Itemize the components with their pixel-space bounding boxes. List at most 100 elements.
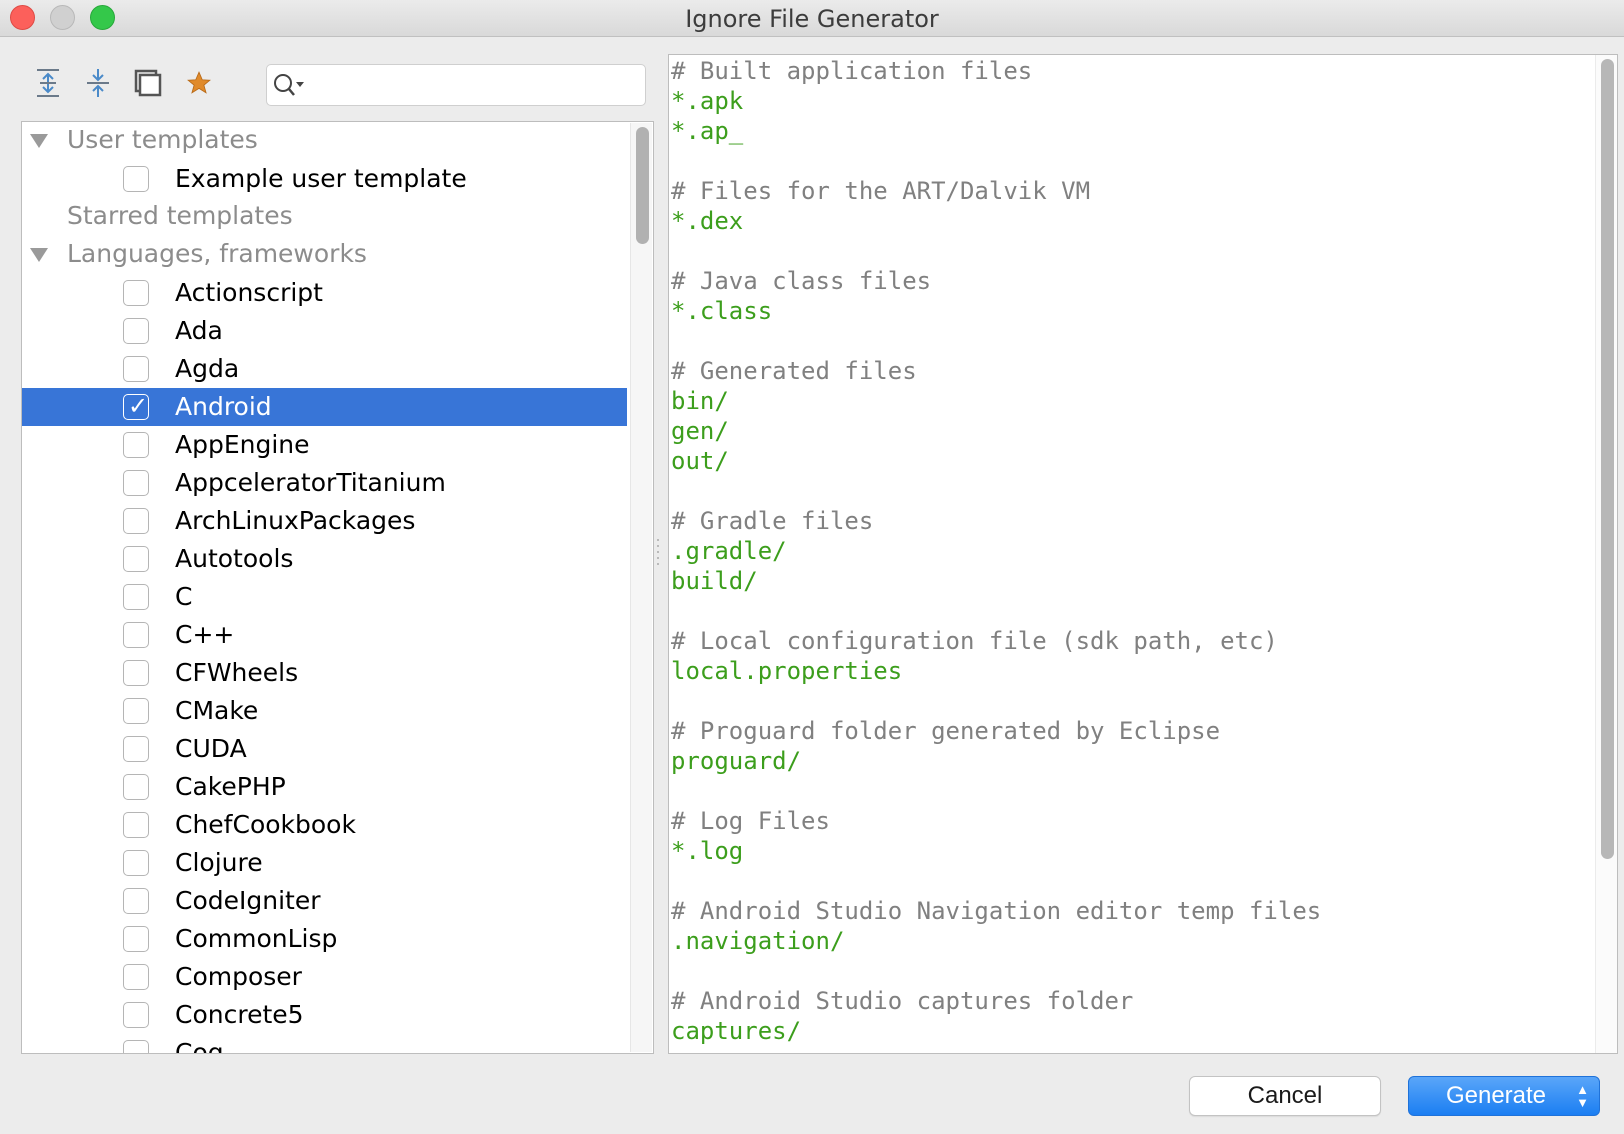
tree-item[interactable]: Clojure bbox=[22, 844, 627, 882]
pattern-line: proguard/ bbox=[671, 747, 802, 775]
collapse-all-button[interactable] bbox=[81, 66, 115, 100]
preview-scrollbar-thumb[interactable] bbox=[1601, 59, 1614, 859]
pattern-line: .navigation/ bbox=[671, 927, 845, 955]
tree-item[interactable]: Agda bbox=[22, 350, 627, 388]
expanded-arrow-icon[interactable] bbox=[30, 248, 48, 262]
checkbox-checked[interactable]: ✓ bbox=[123, 392, 149, 420]
checkbox[interactable] bbox=[123, 432, 149, 458]
tree-item[interactable]: Coq bbox=[22, 1034, 627, 1053]
unselect-all-icon bbox=[134, 69, 162, 97]
checkmark-icon: ✓ bbox=[128, 392, 149, 420]
checkbox[interactable] bbox=[123, 584, 149, 610]
checkbox[interactable] bbox=[123, 1040, 149, 1053]
tree-item[interactable]: CakePHP bbox=[22, 768, 627, 806]
comment-line: # Log Files bbox=[671, 807, 830, 835]
template-tree[interactable]: User templates Example user template Sta… bbox=[21, 121, 654, 1054]
pattern-line: *.class bbox=[671, 297, 773, 325]
collapse-all-icon bbox=[87, 69, 109, 97]
tree-item-selected[interactable]: ✓ Android bbox=[22, 388, 627, 426]
gitignore-preview-editor[interactable]: # Built application files *.apk *.ap_ # Fil… bbox=[668, 54, 1618, 1054]
tree-item[interactable]: Example user template bbox=[22, 160, 627, 198]
pattern-line: .gradle/ bbox=[671, 537, 787, 565]
tree-item[interactable]: Autotools bbox=[22, 540, 627, 578]
tree-scrollbar-thumb[interactable] bbox=[636, 127, 649, 244]
tree-item[interactable]: CMake bbox=[22, 692, 627, 730]
checkbox[interactable] bbox=[123, 622, 149, 648]
checkbox[interactable] bbox=[123, 774, 149, 800]
tree-group-languages-frameworks[interactable]: Languages, frameworks bbox=[22, 236, 627, 274]
pattern-line: gen/ bbox=[671, 417, 729, 445]
tree-item[interactable]: Actionscript bbox=[22, 274, 627, 312]
checkbox[interactable] bbox=[123, 508, 149, 534]
preview-scrollbar[interactable] bbox=[1595, 55, 1617, 1053]
pattern-line: *.log bbox=[671, 837, 744, 865]
tree-item[interactable]: Composer bbox=[22, 958, 627, 996]
search-input[interactable] bbox=[311, 69, 639, 101]
tree-item[interactable]: CommonLisp bbox=[22, 920, 627, 958]
checkbox[interactable] bbox=[123, 470, 149, 496]
pattern-line: *.dex bbox=[671, 207, 744, 235]
checkbox[interactable] bbox=[123, 850, 149, 876]
tree-group-user-templates[interactable]: User templates bbox=[22, 122, 627, 160]
checkbox[interactable] bbox=[123, 888, 149, 914]
generate-button-label: Generate bbox=[1445, 1082, 1547, 1109]
comment-line: # Gradle files bbox=[671, 507, 874, 535]
tree-item[interactable]: ChefCookbook bbox=[22, 806, 627, 844]
checkbox[interactable] bbox=[123, 280, 149, 306]
tree-item[interactable]: Ada bbox=[22, 312, 627, 350]
generate-button[interactable]: Generate ▲ ▼ bbox=[1408, 1076, 1600, 1116]
pattern-line: local.properties bbox=[671, 657, 903, 685]
tree-item[interactable]: ArchLinuxPackages bbox=[22, 502, 627, 540]
tree-item[interactable]: CUDA bbox=[22, 730, 627, 768]
checkbox[interactable] bbox=[123, 812, 149, 838]
tree-item[interactable]: C bbox=[22, 578, 627, 616]
comment-line: # Android Studio Navigation editor temp … bbox=[671, 897, 1322, 925]
checkbox[interactable] bbox=[123, 166, 149, 192]
tree-item[interactable]: Concrete5 bbox=[22, 996, 627, 1034]
pattern-line: build/ bbox=[671, 567, 758, 595]
checkbox[interactable] bbox=[123, 318, 149, 344]
ignore-file-generator-dialog: Ignore File Generator User templates Exa… bbox=[0, 0, 1624, 1134]
checkbox[interactable] bbox=[123, 1002, 149, 1028]
checkbox[interactable] bbox=[123, 964, 149, 990]
expand-all-icon bbox=[37, 69, 59, 97]
pattern-line: captures/ bbox=[671, 1017, 802, 1045]
search-field[interactable] bbox=[266, 64, 646, 106]
popup-arrows-icon: ▲ ▼ bbox=[1576, 1082, 1589, 1110]
checkbox[interactable] bbox=[123, 546, 149, 572]
tree-item[interactable]: CodeIgniter bbox=[22, 882, 627, 920]
tree-group-starred-templates[interactable]: Starred templates bbox=[22, 198, 627, 236]
starred-filter-button[interactable] bbox=[182, 66, 216, 100]
pattern-line: bin/ bbox=[671, 387, 729, 415]
pattern-line: *.apk bbox=[671, 87, 744, 115]
pattern-line: *.ap_ bbox=[671, 117, 744, 145]
tree-scrollbar[interactable] bbox=[630, 123, 652, 1052]
checkbox[interactable] bbox=[123, 660, 149, 686]
window-title: Ignore File Generator bbox=[685, 5, 939, 33]
unselect-all-button[interactable] bbox=[131, 66, 165, 100]
tree-item[interactable]: CFWheels bbox=[22, 654, 627, 692]
cancel-button[interactable]: Cancel bbox=[1189, 1076, 1381, 1116]
star-icon bbox=[187, 71, 211, 94]
checkbox[interactable] bbox=[123, 698, 149, 724]
checkbox[interactable] bbox=[123, 926, 149, 952]
checkbox[interactable] bbox=[123, 356, 149, 382]
checkbox[interactable] bbox=[123, 736, 149, 762]
expanded-arrow-icon[interactable] bbox=[30, 134, 48, 148]
search-icon bbox=[274, 74, 304, 96]
tree-item[interactable]: AppEngine bbox=[22, 426, 627, 464]
expand-all-button[interactable] bbox=[31, 66, 65, 100]
comment-line: # Proguard folder generated by Eclipse bbox=[671, 717, 1221, 745]
splitter-handle[interactable] bbox=[655, 537, 661, 567]
comment-line: # Local configuration file (sdk path, et… bbox=[671, 627, 1278, 655]
tree-item[interactable]: AppceleratorTitanium bbox=[22, 464, 627, 502]
tree-item[interactable]: C++ bbox=[22, 616, 627, 654]
